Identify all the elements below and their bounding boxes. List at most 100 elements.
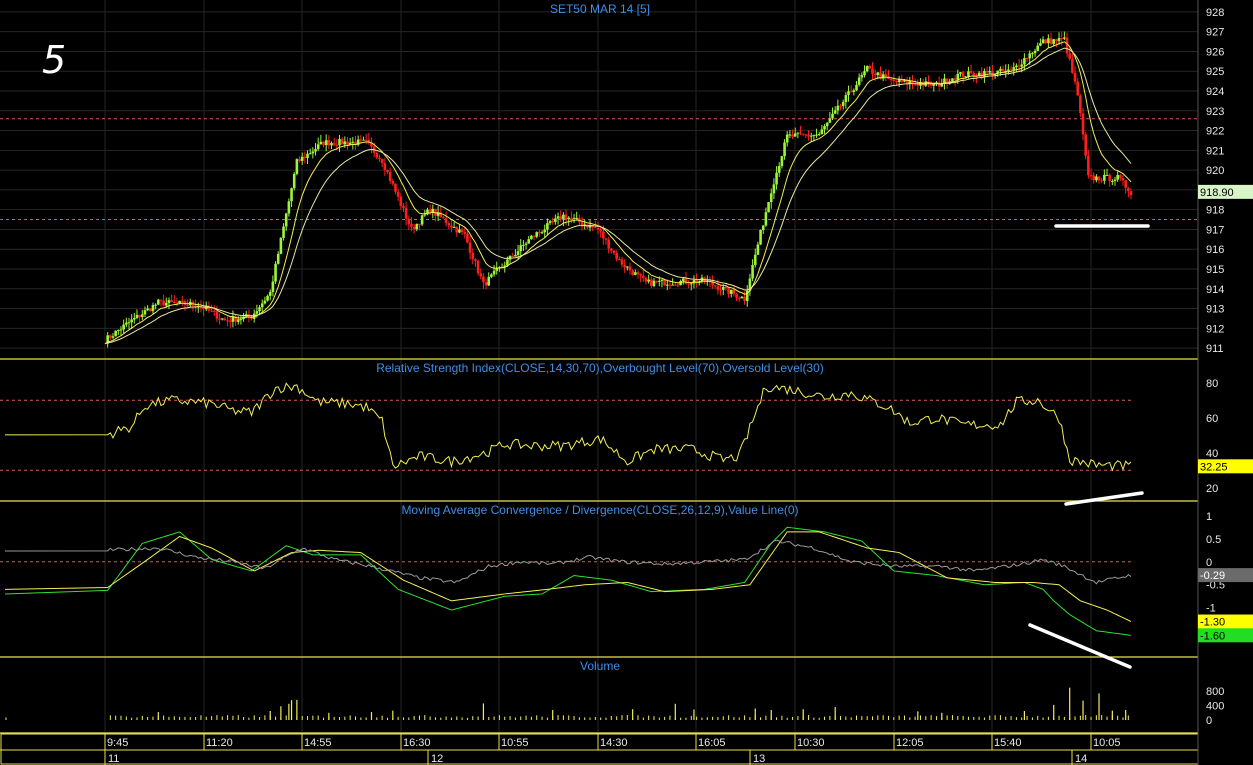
candle-body [149, 308, 152, 312]
x-day-label: 13 [753, 753, 765, 765]
candle-body [631, 270, 634, 275]
candle-body [460, 229, 464, 233]
x-time-label: 10:05 [1093, 737, 1121, 749]
candle-body [415, 223, 419, 230]
candle-body [111, 336, 115, 338]
candle-body [684, 278, 688, 284]
candle-body [852, 90, 856, 92]
candle-body [729, 289, 733, 294]
candle-body [346, 141, 349, 145]
x-day-label: 11 [108, 753, 119, 765]
candle-body [532, 235, 536, 237]
candle-body [959, 72, 962, 74]
x-time-label: 10:55 [501, 737, 529, 749]
candle-body [1047, 38, 1050, 44]
candle-body [769, 193, 773, 203]
candle-body [484, 282, 488, 286]
candle-body [295, 159, 299, 174]
candle-body [1025, 58, 1029, 60]
x-time-label: 9:45 [107, 737, 128, 749]
rsi-tick-label: 20 [1206, 483, 1218, 495]
candle-body [316, 144, 320, 150]
candle-body [985, 71, 989, 73]
candle-body [895, 81, 898, 83]
candle-body [172, 301, 176, 303]
candle-body [359, 139, 363, 141]
candle-body [530, 235, 533, 240]
candle-body [857, 77, 861, 85]
candle-body [724, 287, 728, 289]
candle-body [391, 180, 395, 184]
candle-body [594, 227, 597, 229]
candle-body [492, 270, 496, 275]
candle-body [511, 255, 515, 257]
candle-body [380, 158, 384, 164]
candle-body [1001, 68, 1005, 72]
candle-body [362, 139, 365, 141]
candle-body [130, 319, 133, 323]
candle-body [1023, 58, 1026, 65]
candle-body [271, 281, 275, 292]
price-tick-label: 924 [1206, 86, 1224, 98]
candle-body [663, 279, 666, 286]
candle-body [516, 251, 520, 256]
price-tick-label: 915 [1206, 264, 1224, 276]
x-day-label: 14 [1075, 753, 1087, 765]
x-time-label: 12:05 [896, 737, 924, 749]
candle-body [788, 134, 792, 136]
price-tick-label: 916 [1206, 244, 1224, 256]
candle-body [306, 153, 309, 158]
candle-body [455, 227, 459, 233]
candle-body [807, 134, 810, 137]
candle-body [1111, 180, 1114, 182]
candle-body [468, 242, 472, 253]
candle-body [607, 239, 610, 249]
candle-body [167, 300, 171, 303]
candle-body [681, 278, 685, 281]
candle-body [538, 232, 541, 234]
candle-body [212, 310, 216, 312]
candle-body [639, 274, 642, 276]
price-tick-label: 926 [1206, 46, 1224, 58]
candle-body [215, 311, 219, 319]
candle-body [1039, 43, 1042, 46]
candle-body [404, 207, 408, 219]
candle-body [812, 134, 816, 136]
candle-body [447, 223, 451, 226]
candle-body [388, 171, 392, 181]
candle-body [756, 244, 760, 255]
candle-body [1100, 180, 1103, 182]
candle-body [793, 133, 797, 137]
candle-body [1087, 155, 1090, 176]
candle-body [817, 134, 821, 136]
candle-body [255, 311, 259, 314]
candle-body [658, 280, 661, 282]
candle-body [764, 212, 768, 226]
candle-body [554, 218, 557, 222]
candle-body [999, 68, 1002, 71]
candle-body [258, 307, 261, 312]
candle-body [1095, 176, 1098, 181]
candle-body [340, 138, 344, 145]
candle-body [330, 143, 333, 146]
candle-body [1007, 69, 1010, 72]
candle-body [967, 71, 970, 77]
candle-body [135, 314, 139, 318]
candle-body [623, 264, 626, 268]
candle-body [871, 68, 874, 74]
candle-body [599, 229, 602, 232]
price-tick-label: 918 [1206, 205, 1224, 217]
candle-body [1127, 187, 1130, 192]
candle-body [156, 299, 160, 305]
candle-body [1071, 58, 1074, 73]
candle-body [884, 74, 888, 77]
candle-body [849, 91, 853, 93]
x-time-label: 16:05 [698, 737, 726, 749]
candle-body [634, 272, 637, 275]
candle-body [180, 300, 184, 302]
candle-body [412, 226, 416, 230]
candle-body [562, 214, 565, 220]
candle-body [159, 299, 163, 301]
candle-body [332, 143, 336, 145]
candle-body [644, 277, 648, 282]
